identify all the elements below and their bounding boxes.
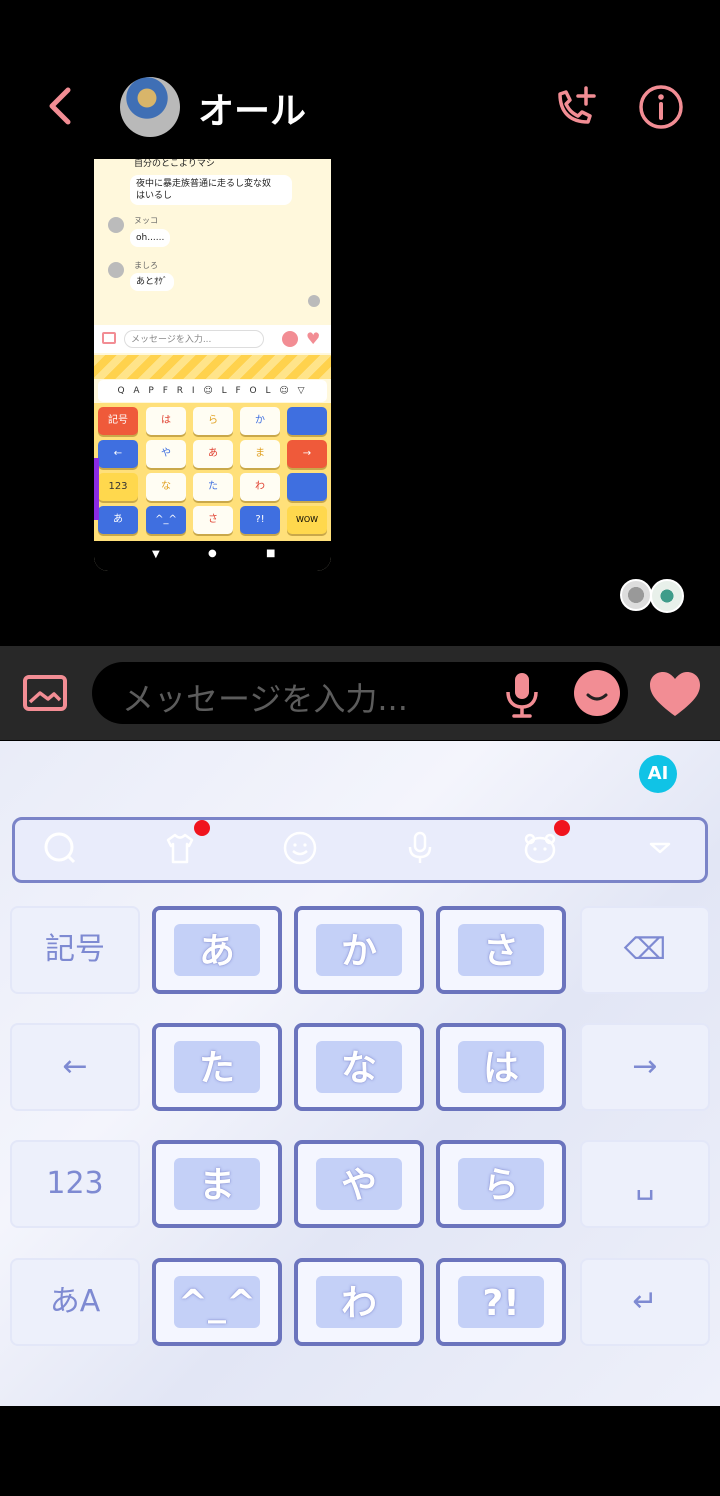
key-label: わ <box>340 1283 377 1324</box>
key-label: ?! <box>482 1283 520 1324</box>
mini-key: た <box>193 473 233 501</box>
key-label: ま <box>198 1165 235 1206</box>
mini-key: ← <box>98 440 138 468</box>
back-icon[interactable] <box>40 82 84 130</box>
shirt-icon[interactable] <box>162 830 198 866</box>
enter-key[interactable]: ↵ <box>580 1258 710 1346</box>
key-label: さ <box>482 931 519 972</box>
mini-sticker-key: WOW <box>287 506 327 534</box>
mini-key: は <box>146 407 186 435</box>
chevron-down-icon[interactable] <box>642 830 678 866</box>
mini-key: 123 <box>98 473 138 501</box>
cursor-left-key[interactable]: ← <box>10 1023 140 1111</box>
key-ka[interactable]: か <box>294 906 424 994</box>
message-bubble: 夜中に暴走族普通に走るし変な奴 はいるし <box>130 175 292 205</box>
key-ma[interactable]: ま <box>152 1140 282 1228</box>
key-label: あ <box>198 931 235 972</box>
heart-icon: ♥ <box>306 329 321 348</box>
number-key[interactable]: 123 <box>10 1140 140 1228</box>
info-icon[interactable] <box>638 84 684 130</box>
mini-key: あ <box>98 506 138 534</box>
mini-sticker-key <box>287 407 327 435</box>
read-avatar <box>620 579 652 611</box>
avatar <box>108 217 124 233</box>
key-label: ^_^ <box>177 1283 257 1324</box>
mini-key: → <box>287 440 327 468</box>
mini-key: 記号 <box>98 407 138 435</box>
mic-icon[interactable] <box>402 830 438 866</box>
mini-key: ?! <box>240 506 280 534</box>
read-avatar <box>650 579 684 613</box>
mini-key: さ <box>193 506 233 534</box>
emoji-icon <box>282 331 298 347</box>
search-icon[interactable] <box>42 830 78 866</box>
bear-icon[interactable] <box>522 830 558 866</box>
nav-recents-icon: ■ <box>266 548 276 559</box>
message-input-placeholder: メッセージを入力... <box>122 680 408 718</box>
backspace-key[interactable]: ⌫ <box>580 906 710 994</box>
mini-key: や <box>146 440 186 468</box>
avatar <box>108 262 124 278</box>
sender-name: ヌッコ <box>134 216 158 225</box>
key-label: や <box>340 1165 377 1206</box>
emoji-icon[interactable] <box>574 670 620 716</box>
bottom-bar <box>0 1406 720 1496</box>
read-avatar <box>308 295 320 307</box>
add-call-icon[interactable] <box>552 84 598 130</box>
notification-dot <box>554 820 570 836</box>
ai-button[interactable]: AI <box>639 755 677 793</box>
key-wa[interactable]: わ <box>294 1258 424 1346</box>
key-sa[interactable]: さ <box>436 906 566 994</box>
kaomoji-key[interactable]: ^_^ <box>152 1258 282 1346</box>
mini-scroll-indicator <box>94 458 99 520</box>
space-key[interactable]: ␣ <box>580 1140 710 1228</box>
input-mode-key[interactable]: あA <box>10 1258 140 1346</box>
mini-key: わ <box>240 473 280 501</box>
key-ya[interactable]: や <box>294 1140 424 1228</box>
mini-keyboard: 記号 は ら か ← や あ ま → 123 な た わ あ ^_^ さ ?! … <box>94 403 331 541</box>
mini-key: あ <box>193 440 233 468</box>
nav-home-icon: ● <box>208 548 217 559</box>
mini-key: ^_^ <box>146 506 186 534</box>
mini-space-key <box>287 473 327 501</box>
punctuation-key[interactable]: ?! <box>436 1258 566 1346</box>
key-label: か <box>340 931 377 972</box>
key-label: ら <box>482 1165 519 1206</box>
heart-icon[interactable] <box>648 670 702 718</box>
message-text: 自分のとこよりマシ <box>134 159 215 169</box>
keyboard-banner <box>94 355 331 379</box>
mini-nav-bar: ▼ ● ■ <box>94 541 331 571</box>
key-ta[interactable]: た <box>152 1023 282 1111</box>
mini-input-bar: メッセージを入力... ♥ <box>94 325 331 353</box>
symbol-key[interactable]: 記号 <box>10 906 140 994</box>
message-bubble: oh...... <box>130 229 171 247</box>
keyboard-toolbar <box>12 817 708 883</box>
nav-back-icon: ▼ <box>152 549 160 560</box>
image-icon <box>102 332 116 344</box>
sender-name: ましろ <box>134 261 158 270</box>
mini-key: ま <box>240 440 280 468</box>
emoji-icon[interactable] <box>282 830 318 866</box>
key-label: な <box>340 1048 377 1089</box>
image-icon[interactable] <box>22 672 68 714</box>
key-na[interactable]: な <box>294 1023 424 1111</box>
key-a[interactable]: あ <box>152 906 282 994</box>
key-ra[interactable]: ら <box>436 1140 566 1228</box>
message-bubble: あとｵｹﾞ <box>130 273 174 291</box>
image-message[interactable]: 自分のとこよりマシ 夜中に暴走族普通に走るし変な奴 はいるし ヌッコ oh...… <box>94 159 331 571</box>
key-label: は <box>482 1048 519 1089</box>
mini-key: な <box>146 473 186 501</box>
key-ha[interactable]: は <box>436 1023 566 1111</box>
mic-icon[interactable] <box>500 670 544 720</box>
avatar[interactable] <box>120 77 180 137</box>
mini-key: ら <box>193 407 233 435</box>
page-title: オール <box>198 91 307 132</box>
mini-input-field: メッセージを入力... <box>124 330 264 348</box>
mini-keyboard-toolbar: Q A P F R I ☺ L F O L ☺ ▽ <box>98 380 327 402</box>
key-label: た <box>198 1048 235 1089</box>
cursor-right-key[interactable]: → <box>580 1023 710 1111</box>
mini-key: か <box>240 407 280 435</box>
notification-dot <box>194 820 210 836</box>
